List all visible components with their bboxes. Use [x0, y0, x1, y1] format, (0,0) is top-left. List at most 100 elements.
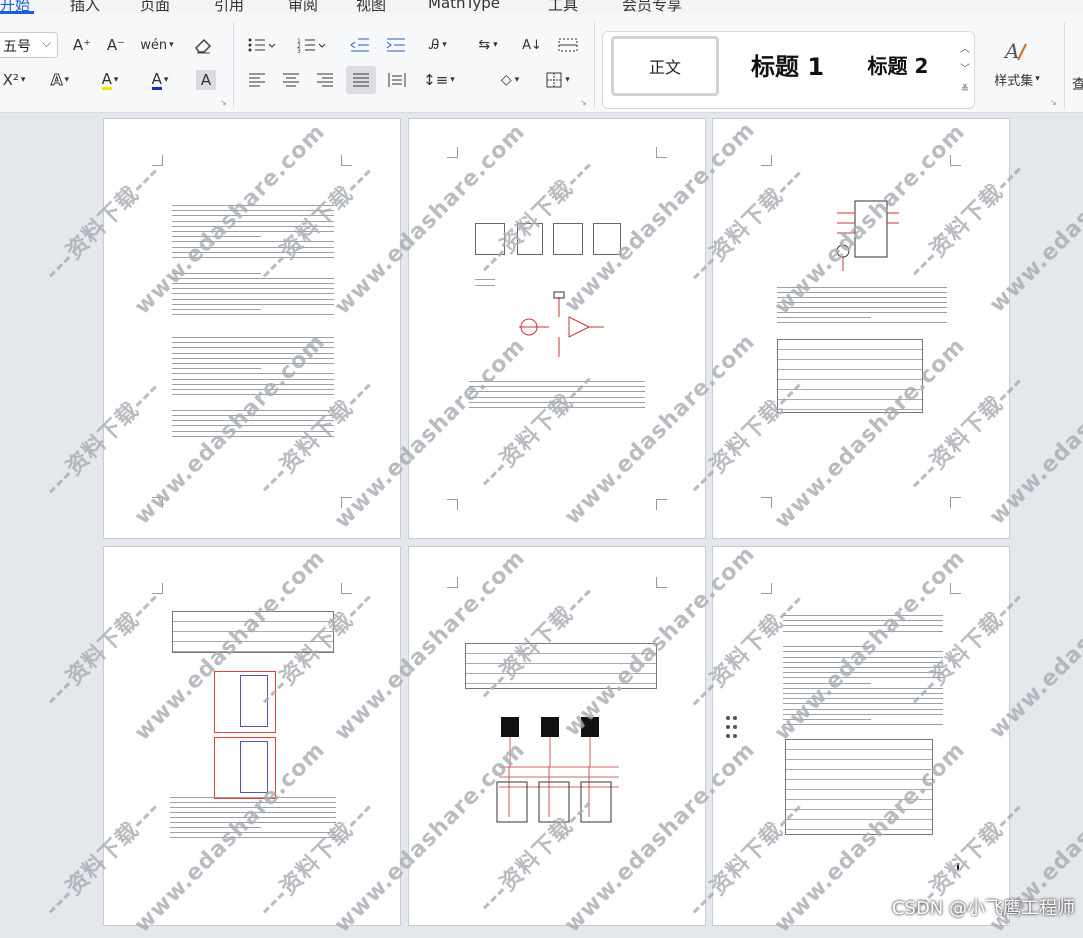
- tab-tools[interactable]: 工具: [548, 0, 578, 14]
- find-replace-button[interactable]: 查: [1072, 74, 1083, 94]
- block-diagram-box: [553, 223, 583, 255]
- sort-icon[interactable]: A↓: [520, 34, 544, 56]
- text-line: [172, 277, 334, 279]
- borders-icon[interactable]: ▾: [540, 68, 576, 92]
- table-row: [778, 340, 922, 350]
- margin-mark: [761, 155, 772, 166]
- grow-font-button[interactable]: A⁺: [70, 34, 94, 56]
- chevron-down-icon: ⌵: [41, 36, 51, 50]
- pinyin-guide-label: wén: [140, 37, 168, 53]
- decrease-indent-icon[interactable]: [348, 34, 372, 56]
- tab-page[interactable]: 页面: [140, 0, 170, 14]
- margin-mark: [950, 155, 961, 166]
- chevron-down-icon: ▾: [169, 40, 174, 50]
- text-line: [172, 368, 262, 370]
- text-effect-button[interactable]: A ▾: [42, 68, 78, 92]
- align-center-icon[interactable]: [278, 68, 304, 92]
- tab-mathtype[interactable]: MathType: [428, 0, 500, 12]
- text-line: [777, 312, 947, 313]
- tab-insert[interactable]: 插入: [70, 0, 100, 14]
- table-row: [786, 760, 932, 770]
- text-line: [172, 298, 334, 300]
- char-shading-button[interactable]: A: [196, 70, 216, 90]
- sort-direction-icon[interactable]: ⇆ ▾: [470, 34, 506, 56]
- shrink-font-button[interactable]: A⁻: [104, 34, 128, 56]
- superscript-button[interactable]: X² ▾: [0, 68, 32, 92]
- font-size-select[interactable]: 五号 ⌵: [0, 32, 58, 58]
- bullet-list-icon[interactable]: [246, 34, 276, 56]
- chevron-down-icon: ▾: [565, 75, 570, 85]
- table-row: [778, 350, 922, 360]
- margin-mark: [656, 577, 667, 588]
- tab-view[interactable]: 视图: [356, 0, 386, 14]
- line-spacing-icon[interactable]: ↕≡ ▾: [420, 68, 458, 92]
- text-line: [172, 288, 334, 290]
- margin-mark: [447, 147, 458, 158]
- text-line: [475, 285, 495, 286]
- table-row: [778, 360, 922, 370]
- margin-mark: [656, 147, 667, 158]
- increase-indent-icon[interactable]: [384, 34, 408, 56]
- margin-mark: [447, 499, 458, 510]
- text-line: [172, 373, 334, 375]
- table-row: [786, 750, 932, 760]
- styles-dialog-launcher-icon[interactable]: ↘: [1050, 98, 1057, 107]
- text-line: [172, 314, 334, 316]
- style-heading-1[interactable]: 标题 1: [735, 42, 840, 86]
- text-line: [777, 322, 947, 323]
- csdn-watermark: CSDN @小飞鹰工程师: [891, 898, 1075, 919]
- margin-mark: [656, 499, 667, 510]
- style-normal[interactable]: 正文: [611, 36, 719, 96]
- chevron-down-icon[interactable]: ﹀: [960, 60, 970, 80]
- show-marks-icon[interactable]: [556, 34, 580, 56]
- tab-member[interactable]: 会员专享: [622, 0, 682, 14]
- text-line: [172, 283, 334, 284]
- margin-mark: [761, 583, 772, 594]
- text-line: [172, 309, 262, 310]
- drag-handle-icon[interactable]: [726, 716, 740, 740]
- superscript-label: X²: [2, 71, 19, 89]
- svg-text:A: A: [1003, 39, 1019, 63]
- font-color-icon: A: [151, 69, 162, 90]
- table-row: [466, 644, 656, 654]
- distributed-align-icon[interactable]: [384, 68, 410, 92]
- table-row: [778, 370, 922, 380]
- tab-review[interactable]: 审阅: [288, 0, 318, 14]
- text-line: [172, 293, 334, 295]
- pinyin-guide-button[interactable]: wén ▾: [140, 34, 174, 56]
- chevron-down-icon: ▾: [493, 40, 498, 50]
- tab-references[interactable]: 引用: [214, 0, 244, 14]
- style-heading-2[interactable]: 标题 2: [858, 42, 938, 86]
- align-left-icon[interactable]: [244, 68, 270, 92]
- text-line: [777, 317, 871, 318]
- style-set-label: 样式集: [994, 73, 1034, 89]
- justify-icon[interactable]: [346, 66, 376, 94]
- text-direction-icon[interactable]: Ꭿ ▾: [420, 34, 456, 56]
- shading-icon[interactable]: ◇ ▾: [492, 68, 528, 92]
- align-right-icon[interactable]: [312, 68, 338, 92]
- chevron-down-icon: ▾: [514, 75, 520, 85]
- document-page-3[interactable]: [712, 118, 1010, 539]
- numbered-list-icon[interactable]: 123: [296, 34, 326, 56]
- chevron-down-icon: ▾: [113, 75, 119, 85]
- font-color-button[interactable]: A ▾: [142, 68, 178, 92]
- styles-scroll[interactable]: ︿ ﹀ ≚: [960, 40, 970, 100]
- text-effect-icon: A: [50, 71, 63, 90]
- table-row: [786, 820, 932, 830]
- eraser-icon[interactable]: [190, 33, 216, 57]
- chevron-down-icon: ▾: [442, 40, 447, 50]
- highlight-button[interactable]: A ▾: [92, 68, 128, 92]
- text-line: [172, 303, 334, 305]
- menu-bar: 开始 插入 页面 引用 审阅 视图 MathType 工具 会员专享: [0, 0, 1083, 14]
- margin-mark: [950, 497, 961, 508]
- paragraph-dialog-launcher-icon[interactable]: ↘: [580, 98, 587, 107]
- text-line: [783, 620, 943, 622]
- style-set-icon[interactable]: A: [990, 36, 1040, 66]
- font-dialog-launcher-icon[interactable]: ↘: [220, 98, 227, 107]
- text-line: [783, 615, 943, 616]
- separator: [233, 22, 234, 108]
- table-row: [786, 740, 932, 750]
- expand-gallery-icon[interactable]: ≚: [960, 80, 970, 100]
- style-set-button[interactable]: 样式集 ▾: [984, 68, 1050, 90]
- chevron-up-icon[interactable]: ︿: [960, 40, 970, 60]
